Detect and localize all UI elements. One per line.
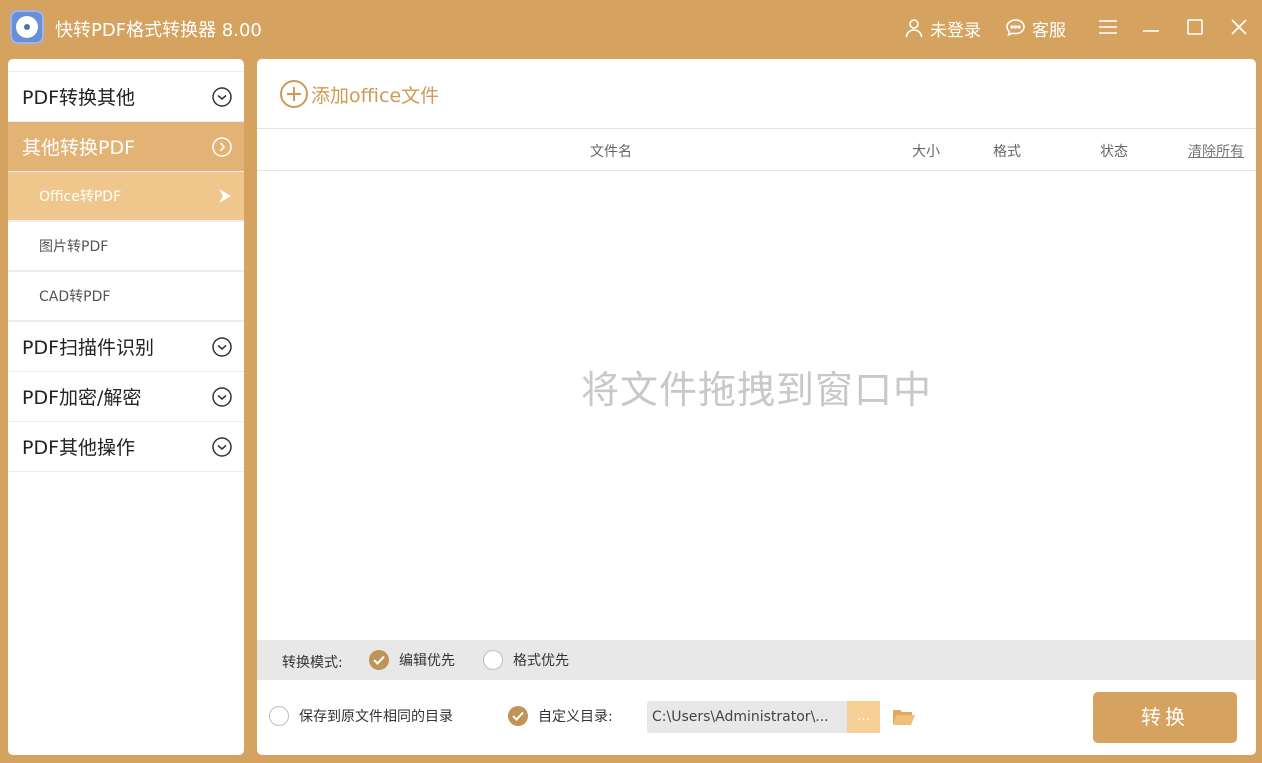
app-logo-icon <box>10 10 44 44</box>
add-file-label: 添加office文件 <box>311 84 440 107</box>
add-office-file-button[interactable]: 添加office文件 <box>279 79 439 109</box>
menu-icon[interactable] <box>1097 16 1119 38</box>
sidebar-group-other-to-pdf[interactable]: 其他转换PDF <box>8 122 244 172</box>
sidebar-group-label: PDF扫描件识别 <box>22 337 155 359</box>
column-header-name: 文件名 <box>590 144 632 160</box>
save-same-dir-radio[interactable]: 保存到原文件相同的目录 <box>269 706 453 726</box>
file-table-header: 文件名 大小 格式 状态 清除所有 <box>257 128 1256 171</box>
sidebar-item-cad-to-pdf[interactable]: CAD转PDF <box>8 272 244 322</box>
minimize-icon[interactable] <box>1140 16 1162 38</box>
convert-button[interactable]: 转换 <box>1093 692 1237 743</box>
chat-bubble-icon <box>1006 19 1025 37</box>
login-label: 未登录 <box>930 20 981 41</box>
sidebar-group-pdf-to-other[interactable]: PDF转换其他 <box>8 72 244 122</box>
sidebar-group-label: 其他转换PDF <box>22 137 136 159</box>
custom-dir-label: 自定义目录: <box>538 709 613 725</box>
customer-service-button[interactable]: 客服 <box>1005 15 1066 41</box>
sidebar-group-label: PDF加密/解密 <box>22 387 142 409</box>
drop-zone-hint: 将文件拖拽到窗口中 <box>580 368 932 412</box>
chevron-down-icon <box>212 336 232 357</box>
sidebar-group-label: PDF转换其他 <box>22 87 136 109</box>
conversion-mode-bar: 转换模式: 编辑优先 格式优先 <box>257 640 1256 680</box>
save-same-dir-label: 保存到原文件相同的目录 <box>299 709 453 725</box>
chevron-down-icon <box>212 86 232 107</box>
column-header-format: 格式 <box>993 144 1021 160</box>
plus-circle-icon <box>280 80 308 108</box>
radio-empty-icon <box>269 706 289 726</box>
app-title: 快转PDF格式转换器 8.00 <box>55 20 262 41</box>
radio-empty-icon <box>483 650 503 670</box>
user-icon <box>905 19 923 38</box>
mode-label: 转换模式: <box>282 655 343 671</box>
title-bar: 快转PDF格式转换器 8.00 未登录 客服 <box>0 0 1262 58</box>
sidebar-group-label: PDF其他操作 <box>22 437 136 459</box>
sidebar-item-label: 图片转PDF <box>39 239 109 255</box>
main-panel: 添加office文件 文件名 大小 格式 状态 清除所有 将文件拖拽到窗口中 转… <box>257 59 1256 755</box>
login-button[interactable]: 未登录 <box>904 15 981 41</box>
sidebar-item-label: CAD转PDF <box>39 289 111 305</box>
maximize-icon[interactable] <box>1184 16 1206 38</box>
sidebar-group-encrypt-decrypt[interactable]: PDF加密/解密 <box>8 372 244 422</box>
mode-format-label: 格式优先 <box>513 653 569 669</box>
open-folder-icon[interactable] <box>892 707 916 727</box>
clear-all-link[interactable]: 清除所有 <box>1188 141 1244 161</box>
sidebar-item-image-to-pdf[interactable]: 图片转PDF <box>8 222 244 272</box>
sidebar-item-label: Office转PDF <box>39 189 122 205</box>
browse-path-button[interactable]: ... <box>847 701 880 733</box>
sidebar: PDF转换其他 其他转换PDF Office转PDF 图片转PDF CAD转PD… <box>8 59 244 755</box>
check-icon <box>369 650 389 670</box>
chevron-down-icon <box>212 436 232 457</box>
sidebar-item-office-to-pdf[interactable]: Office转PDF <box>8 172 244 222</box>
custom-dir-radio[interactable]: 自定义目录: <box>508 706 613 726</box>
mode-format-priority-radio[interactable]: 格式优先 <box>483 650 569 670</box>
mode-edit-label: 编辑优先 <box>399 653 455 669</box>
output-path-field[interactable]: C:\Users\Administrator\... <box>647 701 847 733</box>
mode-edit-priority-radio[interactable]: 编辑优先 <box>369 650 455 670</box>
chevron-down-icon <box>212 386 232 407</box>
service-label: 客服 <box>1032 20 1066 41</box>
check-icon <box>508 706 528 726</box>
sidebar-group-scan-recognition[interactable]: PDF扫描件识别 <box>8 322 244 372</box>
arrow-right-icon <box>219 189 231 203</box>
column-header-status: 状态 <box>1100 144 1128 160</box>
close-icon[interactable] <box>1228 16 1250 38</box>
sidebar-group-other-operations[interactable]: PDF其他操作 <box>8 422 244 472</box>
chevron-right-icon <box>212 136 232 157</box>
column-header-size: 大小 <box>912 144 940 160</box>
